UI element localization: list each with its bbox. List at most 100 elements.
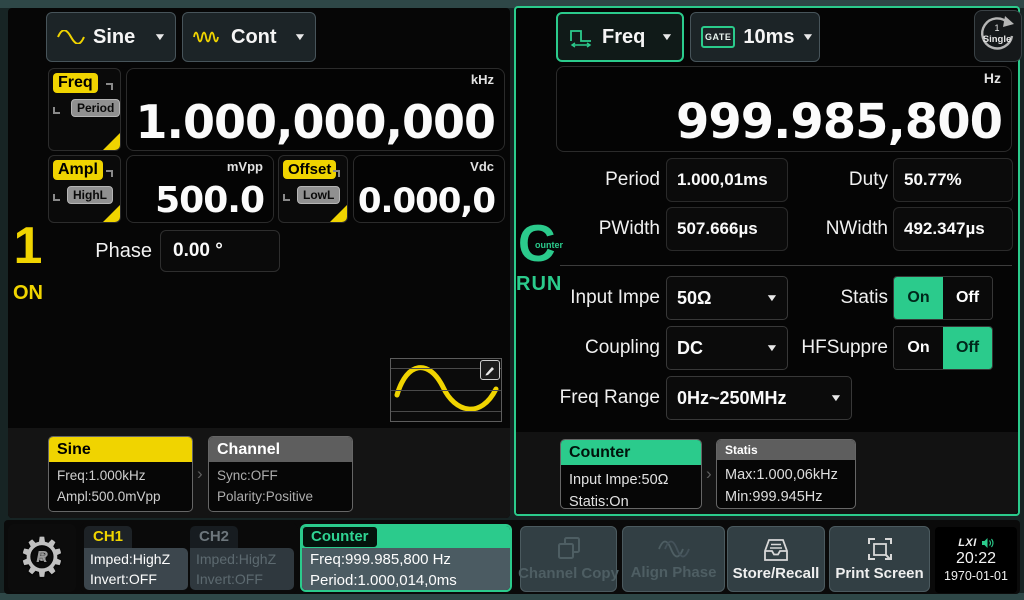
sine-wave-icon <box>57 30 85 44</box>
channel-on-badge: ON <box>8 282 48 305</box>
channel-copy-button[interactable]: Channel Copy <box>520 526 617 592</box>
corner-bracket-icon <box>53 194 60 201</box>
channel-copy-label: Channel Copy <box>518 565 619 582</box>
copy-icon <box>555 536 583 562</box>
amplitude-display[interactable]: mVpp 500.0 <box>126 155 274 223</box>
chevron-right-icon: › <box>197 464 203 484</box>
hf-suppress-toggle[interactable]: On Off <box>893 326 993 370</box>
ampl-active-pill: Ampl <box>53 160 103 180</box>
counter-card-impe: Input Impe:50Ω <box>569 469 693 491</box>
corner-bracket-icon <box>106 83 113 90</box>
input-impedance-value: 50Ω <box>677 288 711 309</box>
counter-panel: C ounter RUN Freq ▼ GATE 10ms ▼ 1 Single… <box>514 6 1020 516</box>
hf-suppress-off-option[interactable]: Off <box>943 327 992 369</box>
waveform-label: Sine <box>93 26 135 49</box>
store-recall-label: Store/Recall <box>733 565 820 582</box>
counter-value: 999.985,800 <box>676 94 1002 150</box>
offset-display[interactable]: Vdc 0.000,0 <box>353 155 505 223</box>
single-label: Single <box>983 34 1012 45</box>
system-settings-button[interactable]: ⚙ R <box>8 524 76 592</box>
channel-card-sync: Sync:OFF <box>217 466 344 487</box>
freq-active-pill: Freq <box>53 73 98 93</box>
statistics-off-option[interactable]: Off <box>943 277 992 319</box>
input-impedance-dropdown[interactable]: 50Ω ▼ <box>666 276 788 320</box>
nwidth-value[interactable]: 492.347µs <box>893 207 1013 251</box>
freq-range-dropdown[interactable]: 0Hz~250MHz ▼ <box>666 376 852 420</box>
lowl-alt-pill: LowL <box>297 186 340 204</box>
statistics-on-option[interactable]: On <box>894 277 943 319</box>
run-mode-label: Cont <box>231 26 277 49</box>
ch2-impedance: Imped:HighZ <box>196 549 294 569</box>
ch1-status-card[interactable]: CH1 Imped:HighZ Invert:OFF <box>84 526 188 590</box>
period-alt-pill: Period <box>71 99 120 117</box>
hf-suppress-label: HFSuppre <box>796 326 888 370</box>
single-loop-icon: 1 Single <box>977 14 1019 58</box>
sine-card-title: Sine <box>49 437 192 462</box>
waveform-dropdown[interactable]: Sine ▼ <box>46 12 176 62</box>
counter-status-freq: Freq:999.985,800 Hz <box>310 549 510 570</box>
pwidth-value[interactable]: 507.666µs <box>666 207 788 251</box>
edit-waveform-button[interactable] <box>480 360 500 380</box>
waveform-preview[interactable] <box>390 358 502 422</box>
corner-bracket-icon <box>106 170 113 177</box>
sine-info-card[interactable]: Sine Freq:1.000kHz Ampl:500.0mVpp <box>48 436 193 512</box>
phase-field[interactable]: 0.00 ° <box>160 230 280 272</box>
pulse-width-icon <box>568 26 594 48</box>
system-date: 1970-01-01 <box>944 569 1008 583</box>
corner-bracket-icon <box>53 107 60 114</box>
highl-alt-pill: HighL <box>67 186 113 204</box>
run-mode-dropdown[interactable]: Cont ▼ <box>182 12 316 62</box>
coupling-label: Coupling <box>556 326 660 370</box>
print-screen-label: Print Screen <box>835 565 923 582</box>
channel-number: 1 <box>10 220 46 272</box>
channel1-info-strip: Sine Freq:1.000kHz Ampl:500.0mVpp › Chan… <box>8 428 510 518</box>
ch1-impedance: Imped:HighZ <box>90 549 188 569</box>
freq-range-label: Freq Range <box>546 376 660 420</box>
counter-main-display[interactable]: Hz 999.985,800 <box>556 66 1012 152</box>
statistics-toggle[interactable]: On Off <box>893 276 993 320</box>
system-time: 20:22 <box>956 549 996 569</box>
chevron-down-icon: ▼ <box>801 32 815 43</box>
counter-measure-dropdown[interactable]: Freq ▼ <box>556 12 684 62</box>
gate-time-label: 10ms <box>743 26 794 49</box>
gate-time-dropdown[interactable]: GATE 10ms ▼ <box>690 12 820 62</box>
chevron-right-icon: › <box>706 464 712 484</box>
speaker-icon <box>981 537 994 549</box>
counter-badge-rest: ounter <box>535 240 563 250</box>
frequency-value: 1.000,000,000 <box>136 95 496 149</box>
offset-active-pill: Offset <box>283 160 336 179</box>
single-trigger-button[interactable]: 1 Single <box>974 10 1022 62</box>
coupling-dropdown[interactable]: DC ▼ <box>666 326 788 370</box>
channel-card-title: Channel <box>209 437 352 462</box>
channel-card-polarity: Polarity:Positive <box>217 487 344 508</box>
channel-status-group: CH1 Imped:HighZ Invert:OFF CH2 Imped:Hig… <box>80 522 298 594</box>
gate-badge: GATE <box>701 26 735 48</box>
brand-logo-letter: R <box>36 549 48 567</box>
chevron-down-icon: ▼ <box>153 32 167 43</box>
ampl-param-selector[interactable]: Ampl HighL <box>48 155 121 223</box>
counter-measure-label: Freq <box>602 26 645 49</box>
grid-line <box>391 390 501 391</box>
statis-info-card[interactable]: Statis Max:1.000,06kHz Min:999.945Hz <box>716 439 856 509</box>
statistics-label: Statis <box>816 276 888 320</box>
print-screen-button[interactable]: Print Screen <box>829 526 930 592</box>
store-recall-button[interactable]: Store/Recall <box>727 526 825 592</box>
duty-value[interactable]: 50.77% <box>893 158 1013 202</box>
nwidth-label: NWidth <box>796 207 888 251</box>
offset-param-selector[interactable]: Offset LowL <box>278 155 348 223</box>
period-label: Period <box>572 158 660 202</box>
ch2-invert: Invert:OFF <box>196 569 294 589</box>
channel-info-card[interactable]: Channel Sync:OFF Polarity:Positive <box>208 436 353 512</box>
period-value[interactable]: 1.000,01ms <box>666 158 788 202</box>
ch2-status-card[interactable]: CH2 Imped:HighZ Invert:OFF <box>190 526 294 590</box>
pencil-icon <box>484 364 496 376</box>
sine-card-freq: Freq:1.000kHz <box>57 466 184 487</box>
frequency-display[interactable]: kHz 1.000,000,000 <box>126 68 505 151</box>
counter-status-card[interactable]: Counter Freq:999.985,800 Hz Period:1.000… <box>300 524 512 592</box>
hf-suppress-on-option[interactable]: On <box>894 327 943 369</box>
freq-param-selector[interactable]: Freq Period <box>48 68 121 151</box>
counter-info-card[interactable]: Counter Input Impe:50Ω Statis:On <box>560 439 702 509</box>
align-phase-button[interactable]: Align Phase <box>622 526 725 592</box>
single-number: 1 <box>994 23 999 33</box>
coupling-value: DC <box>677 338 703 359</box>
